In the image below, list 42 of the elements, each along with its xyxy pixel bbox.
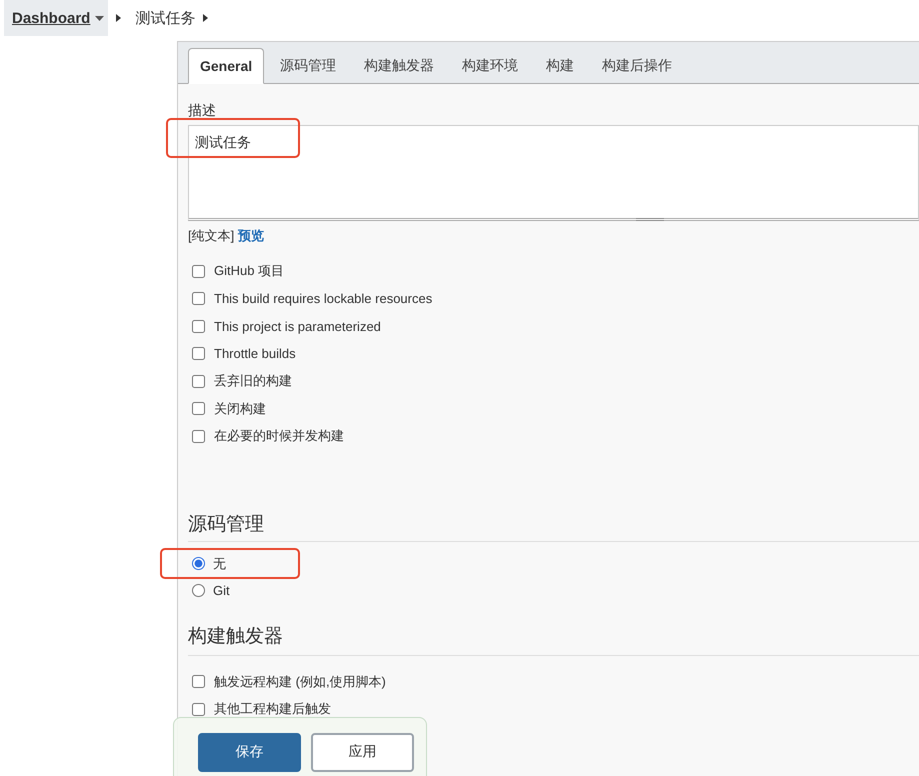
breadcrumb-item: 测试任务	[135, 8, 196, 28]
radio-button[interactable]	[192, 557, 205, 570]
save-button[interactable]: 保存	[198, 732, 301, 772]
chevron-icon[interactable]	[116, 14, 122, 22]
option-label: 丢弃旧的构建	[214, 372, 292, 390]
option-label: This project is parameterized	[214, 318, 381, 334]
tab[interactable]: 构建	[534, 48, 586, 84]
checkbox[interactable]	[192, 374, 205, 388]
preview-link[interactable]: 预览	[238, 228, 264, 243]
option-label: 触发远程构建 (例如,使用脚本)	[214, 672, 386, 691]
checkbox[interactable]	[192, 347, 205, 360]
option-label: 无	[213, 554, 226, 573]
dashboard-link[interactable]: Dashboard	[4, 0, 108, 36]
checkbox[interactable]	[192, 430, 205, 443]
apply-button[interactable]: 应用	[311, 732, 414, 772]
option-label: 关闭构建	[214, 400, 266, 418]
option-label: 其他工程构建后触发	[214, 700, 331, 718]
resize-handle[interactable]	[636, 218, 664, 221]
checkbox[interactable]	[192, 320, 205, 333]
checkbox[interactable]	[192, 264, 205, 278]
option-label: This build requires lockable resources	[214, 291, 432, 306]
checkbox[interactable]	[192, 292, 205, 306]
tab[interactable]: 构建触发器	[352, 48, 446, 84]
tab[interactable]: General	[188, 48, 264, 84]
option-label: Throttle builds	[214, 346, 296, 362]
tab[interactable]: 构建后操作	[590, 48, 684, 84]
tab[interactable]: 源码管理	[268, 48, 348, 84]
option-label: 在必要的时候并发构建	[214, 427, 344, 446]
format-label: [纯文本]	[188, 228, 234, 243]
checkbox[interactable]	[192, 675, 205, 688]
section-heading: 源码管理	[188, 510, 919, 542]
checkbox[interactable]	[192, 702, 205, 716]
description-field[interactable]: 测试任务	[188, 125, 919, 221]
field-label: 描述	[188, 102, 217, 120]
radio-button[interactable]	[192, 584, 205, 597]
section-heading: 构建触发器	[188, 622, 919, 656]
checkbox[interactable]	[192, 402, 205, 416]
option-label: GitHub 项目	[214, 262, 284, 280]
option-label: Git	[213, 582, 230, 598]
chevron-icon[interactable]	[203, 14, 208, 22]
caret-icon	[95, 16, 104, 20]
tab[interactable]: 构建环境	[450, 48, 530, 84]
